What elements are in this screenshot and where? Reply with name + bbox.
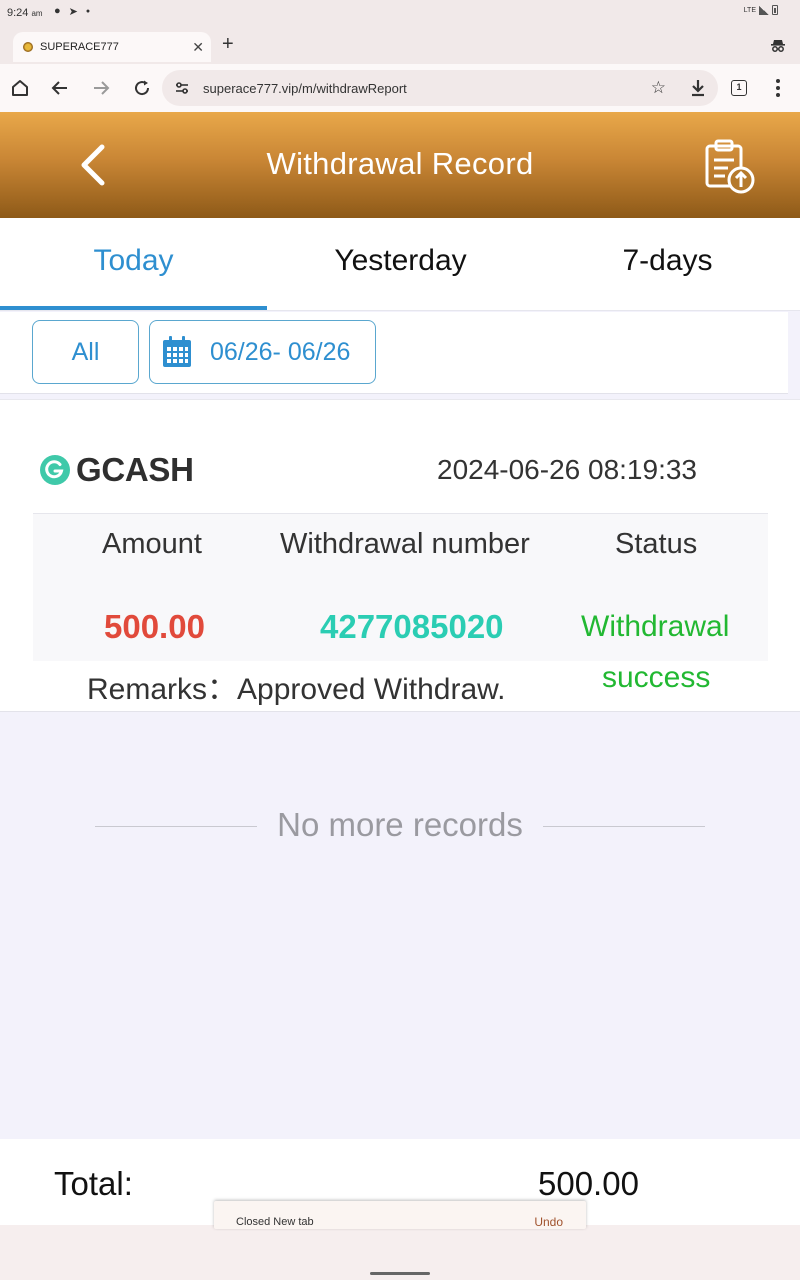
withdrawal-record-card[interactable]: GCASH 2024-06-26 08:19:33 Amount Withdra…	[0, 399, 800, 712]
undo-button[interactable]: Undo	[534, 1215, 563, 1229]
browser-tab[interactable]: SUPERACE777 ✕	[13, 32, 211, 62]
dot-icon: ●	[85, 8, 91, 15]
browser-tab-title: SUPERACE777	[40, 41, 119, 53]
status-value: Withdrawal	[581, 610, 730, 643]
snackbar-message: Closed New tab	[236, 1216, 314, 1228]
new-tab-button[interactable]: +	[222, 33, 234, 56]
site-favicon-icon	[23, 42, 33, 52]
back-arrow-icon[interactable]	[48, 76, 72, 100]
clipboard-upload-icon[interactable]	[703, 138, 757, 196]
tab-yesterday[interactable]: Yesterday	[267, 244, 534, 278]
more-menu-icon[interactable]	[776, 79, 780, 100]
telegram-notification-icon: ➤	[68, 6, 78, 18]
period-tabs: Today Yesterday 7-days	[0, 218, 800, 311]
filter-bar: All 06/26- 06/26	[0, 312, 788, 394]
chat-notification-icon: ●	[54, 5, 61, 17]
page-header: Withdrawal Record	[0, 112, 800, 218]
active-tab-indicator	[0, 306, 267, 310]
bookmark-star-icon[interactable]: ☆	[651, 78, 666, 98]
total-value: 500.00	[538, 1165, 639, 1202]
amount-header: Amount	[102, 528, 202, 560]
browser-toolbar: superace777.vip/m/withdrawReport ☆ 1	[0, 64, 800, 112]
remarks-value: Approved Withdraw.	[237, 673, 506, 706]
date-range-button[interactable]: 06/26- 06/26	[149, 320, 376, 384]
withdrawal-number-value: 4277085020	[320, 608, 504, 645]
status-bar: 9:24 am ● ➤ ● LTE	[0, 0, 800, 28]
tab-today[interactable]: Today	[0, 244, 267, 278]
close-tab-icon[interactable]: ✕	[192, 39, 204, 56]
record-datetime: 2024-06-26 08:19:33	[437, 454, 697, 485]
record-details: Amount Withdrawal number Status 500.00 4…	[33, 513, 768, 661]
date-range-text: 06/26- 06/26	[210, 337, 351, 366]
signal-icon	[759, 5, 769, 15]
snackbar: Closed New tab Undo	[214, 1201, 586, 1229]
type-filter-button[interactable]: All	[32, 320, 139, 384]
page-title: Withdrawal Record	[266, 146, 534, 181]
forward-arrow-icon[interactable]	[89, 76, 113, 100]
remarks: Remarks：Approved Withdraw.	[87, 664, 505, 708]
amount-value: 500.00	[104, 608, 205, 645]
url-text: superace777.vip/m/withdrawReport	[203, 81, 407, 96]
withdrawal-number-header: Withdrawal number	[280, 528, 530, 560]
gcash-logo-icon	[40, 455, 70, 485]
no-more-records-text: No more records	[277, 806, 523, 843]
calendar-icon	[163, 336, 191, 367]
status-header: Status	[615, 528, 698, 560]
total-label: Total:	[54, 1165, 133, 1202]
tab-7-days[interactable]: 7-days	[534, 244, 800, 278]
gesture-handle[interactable]	[370, 1272, 430, 1275]
status-value-line2: success	[602, 661, 711, 694]
clock: 9:24 am	[7, 7, 43, 19]
site-settings-icon[interactable]	[174, 80, 190, 96]
payment-method: GCASH	[76, 451, 194, 488]
incognito-icon[interactable]	[770, 37, 786, 53]
address-bar[interactable]: superace777.vip/m/withdrawReport ☆	[162, 70, 718, 106]
reload-icon[interactable]	[130, 76, 154, 100]
network-type: LTE	[743, 6, 756, 14]
tab-strip: SUPERACE777 ✕ +	[0, 28, 800, 64]
home-icon[interactable]	[8, 76, 32, 100]
download-icon[interactable]	[690, 79, 706, 97]
tab-switcher-button[interactable]: 1	[731, 80, 747, 96]
remarks-label: Remarks：	[87, 673, 238, 706]
battery-icon	[772, 5, 778, 15]
list-end-divider: No more records	[95, 806, 705, 846]
